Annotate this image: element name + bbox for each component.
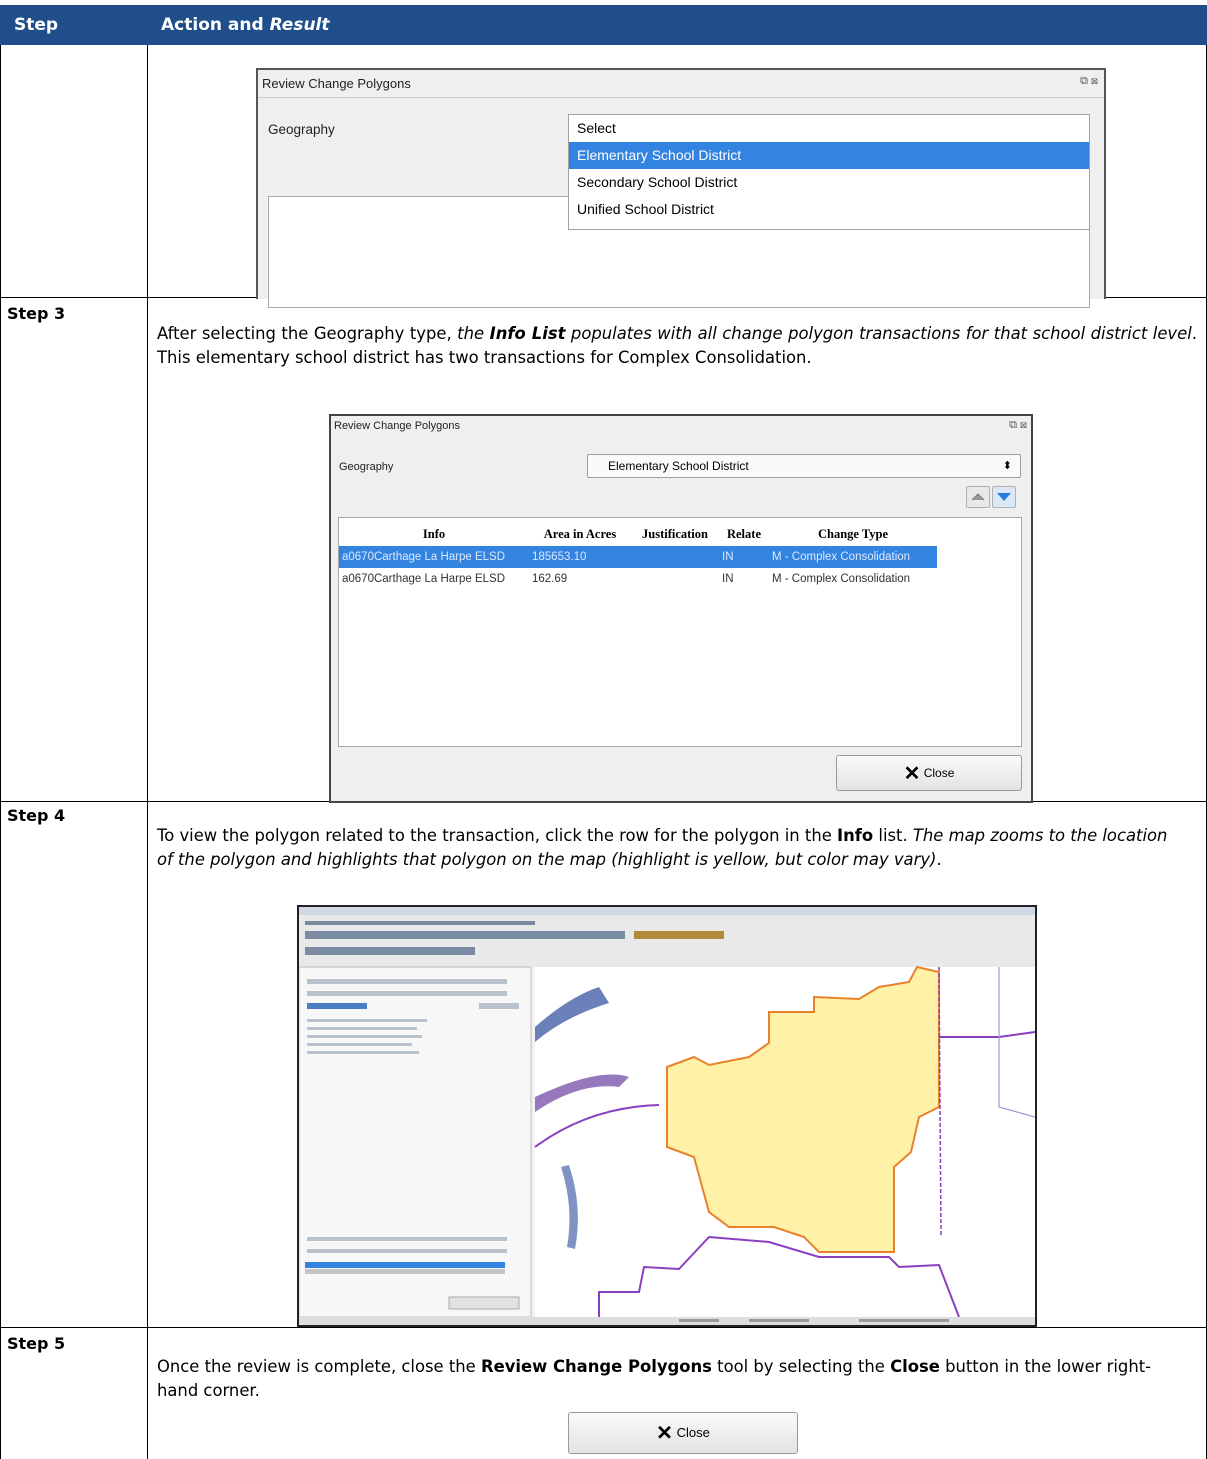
table-column-divider bbox=[147, 45, 148, 1459]
geography-combo[interactable]: Elementary School District ⬍ bbox=[587, 454, 1021, 478]
close-button[interactable]: ✕ Close bbox=[568, 1412, 798, 1454]
dropdown-option[interactable]: Select bbox=[569, 115, 1089, 142]
info-list-table-panel: Info Area in Acres Justification Relate … bbox=[338, 517, 1022, 747]
cell-relate: IN bbox=[719, 546, 769, 568]
info-list-table: Info Area in Acres Justification Relate … bbox=[339, 522, 937, 590]
table-row[interactable]: a0670Carthage La Harpe ELSD 162.69 IN M … bbox=[339, 568, 937, 590]
gis-map-illustration bbox=[299, 907, 1035, 1325]
table-row-selected[interactable]: a0670Carthage La Harpe ELSD 185653.10 IN… bbox=[339, 546, 937, 568]
review-change-polygons-dialog: Review Change Polygons ⧉ ⊠ Geography Ele… bbox=[329, 414, 1033, 803]
dropdown-option[interactable]: Secondary School District bbox=[569, 169, 1089, 196]
column-header[interactable]: Info bbox=[339, 522, 529, 546]
step-3-text: After selecting the Geography type, the … bbox=[157, 324, 1197, 367]
close-button[interactable]: ✕ Close bbox=[836, 755, 1022, 791]
step-5-text: Once the review is complete, close the R… bbox=[157, 1357, 1152, 1400]
dialog-title: Review Change Polygons bbox=[334, 420, 460, 432]
step-4-text: To view the polygon related to the trans… bbox=[157, 826, 1168, 869]
geography-label: Geography bbox=[339, 461, 394, 473]
header-step: Step bbox=[14, 15, 59, 35]
close-icon: ✕ bbox=[903, 762, 921, 785]
step-5-label: Step 5 bbox=[7, 1334, 66, 1353]
combo-arrows-icon: ⬍ bbox=[1002, 460, 1012, 472]
table-border-left bbox=[0, 45, 1, 1459]
chevron-up-icon bbox=[971, 493, 985, 501]
cell-justification bbox=[631, 568, 719, 590]
cell-info: a0670Carthage La Harpe ELSD bbox=[339, 546, 529, 568]
cell-relate: IN bbox=[722, 573, 734, 585]
cell-area: 185653.10 bbox=[529, 546, 631, 568]
cell-justification bbox=[631, 546, 719, 568]
dropdown-option[interactable]: Unified School District bbox=[569, 196, 1089, 223]
column-header[interactable]: Justification bbox=[631, 522, 719, 546]
document-page: Step Action and Result Review Change Pol… bbox=[0, 0, 1207, 1459]
geography-dropdown-list[interactable]: Select Elementary School District Second… bbox=[568, 114, 1090, 230]
cell-change-type: M - Complex Consolidation bbox=[772, 573, 911, 585]
step-3-label: Step 3 bbox=[7, 304, 66, 323]
dropdown-option-selected[interactable]: Elementary School District bbox=[569, 142, 1089, 169]
column-header[interactable]: Change Type bbox=[769, 522, 937, 546]
review-change-polygons-dialog: Review Change Polygons ⧉ ⊠ Geography Sel… bbox=[256, 68, 1106, 308]
cell-area: 162.69 bbox=[532, 573, 568, 585]
cell-info: a0670Carthage La Harpe ELSD bbox=[342, 573, 506, 585]
collapse-up-button[interactable] bbox=[966, 486, 990, 508]
close-icon: ✕ bbox=[656, 1422, 673, 1445]
qgis-application-screenshot bbox=[297, 905, 1037, 1327]
table-header: Step Action and Result bbox=[0, 5, 1207, 45]
step-4-label: Step 4 bbox=[7, 806, 66, 825]
dialog-title: Review Change Polygons bbox=[262, 76, 411, 91]
header-action-result: Action and Result bbox=[161, 15, 330, 35]
row-divider bbox=[0, 1327, 1207, 1328]
column-header[interactable]: Relate bbox=[719, 522, 769, 546]
geography-label: Geography bbox=[268, 122, 335, 137]
window-controls-icon[interactable]: ⧉ ⊠ bbox=[1080, 75, 1098, 88]
cell-change-type: M - Complex Consolidation bbox=[769, 546, 937, 568]
window-controls-icon[interactable]: ⧉ ⊠ bbox=[1009, 419, 1027, 432]
column-header[interactable]: Area in Acres bbox=[529, 522, 631, 546]
chevron-down-icon bbox=[997, 493, 1011, 501]
expand-down-button[interactable] bbox=[992, 486, 1016, 508]
table-header-row: Info Area in Acres Justification Relate … bbox=[339, 522, 937, 546]
title-divider bbox=[258, 97, 1104, 98]
